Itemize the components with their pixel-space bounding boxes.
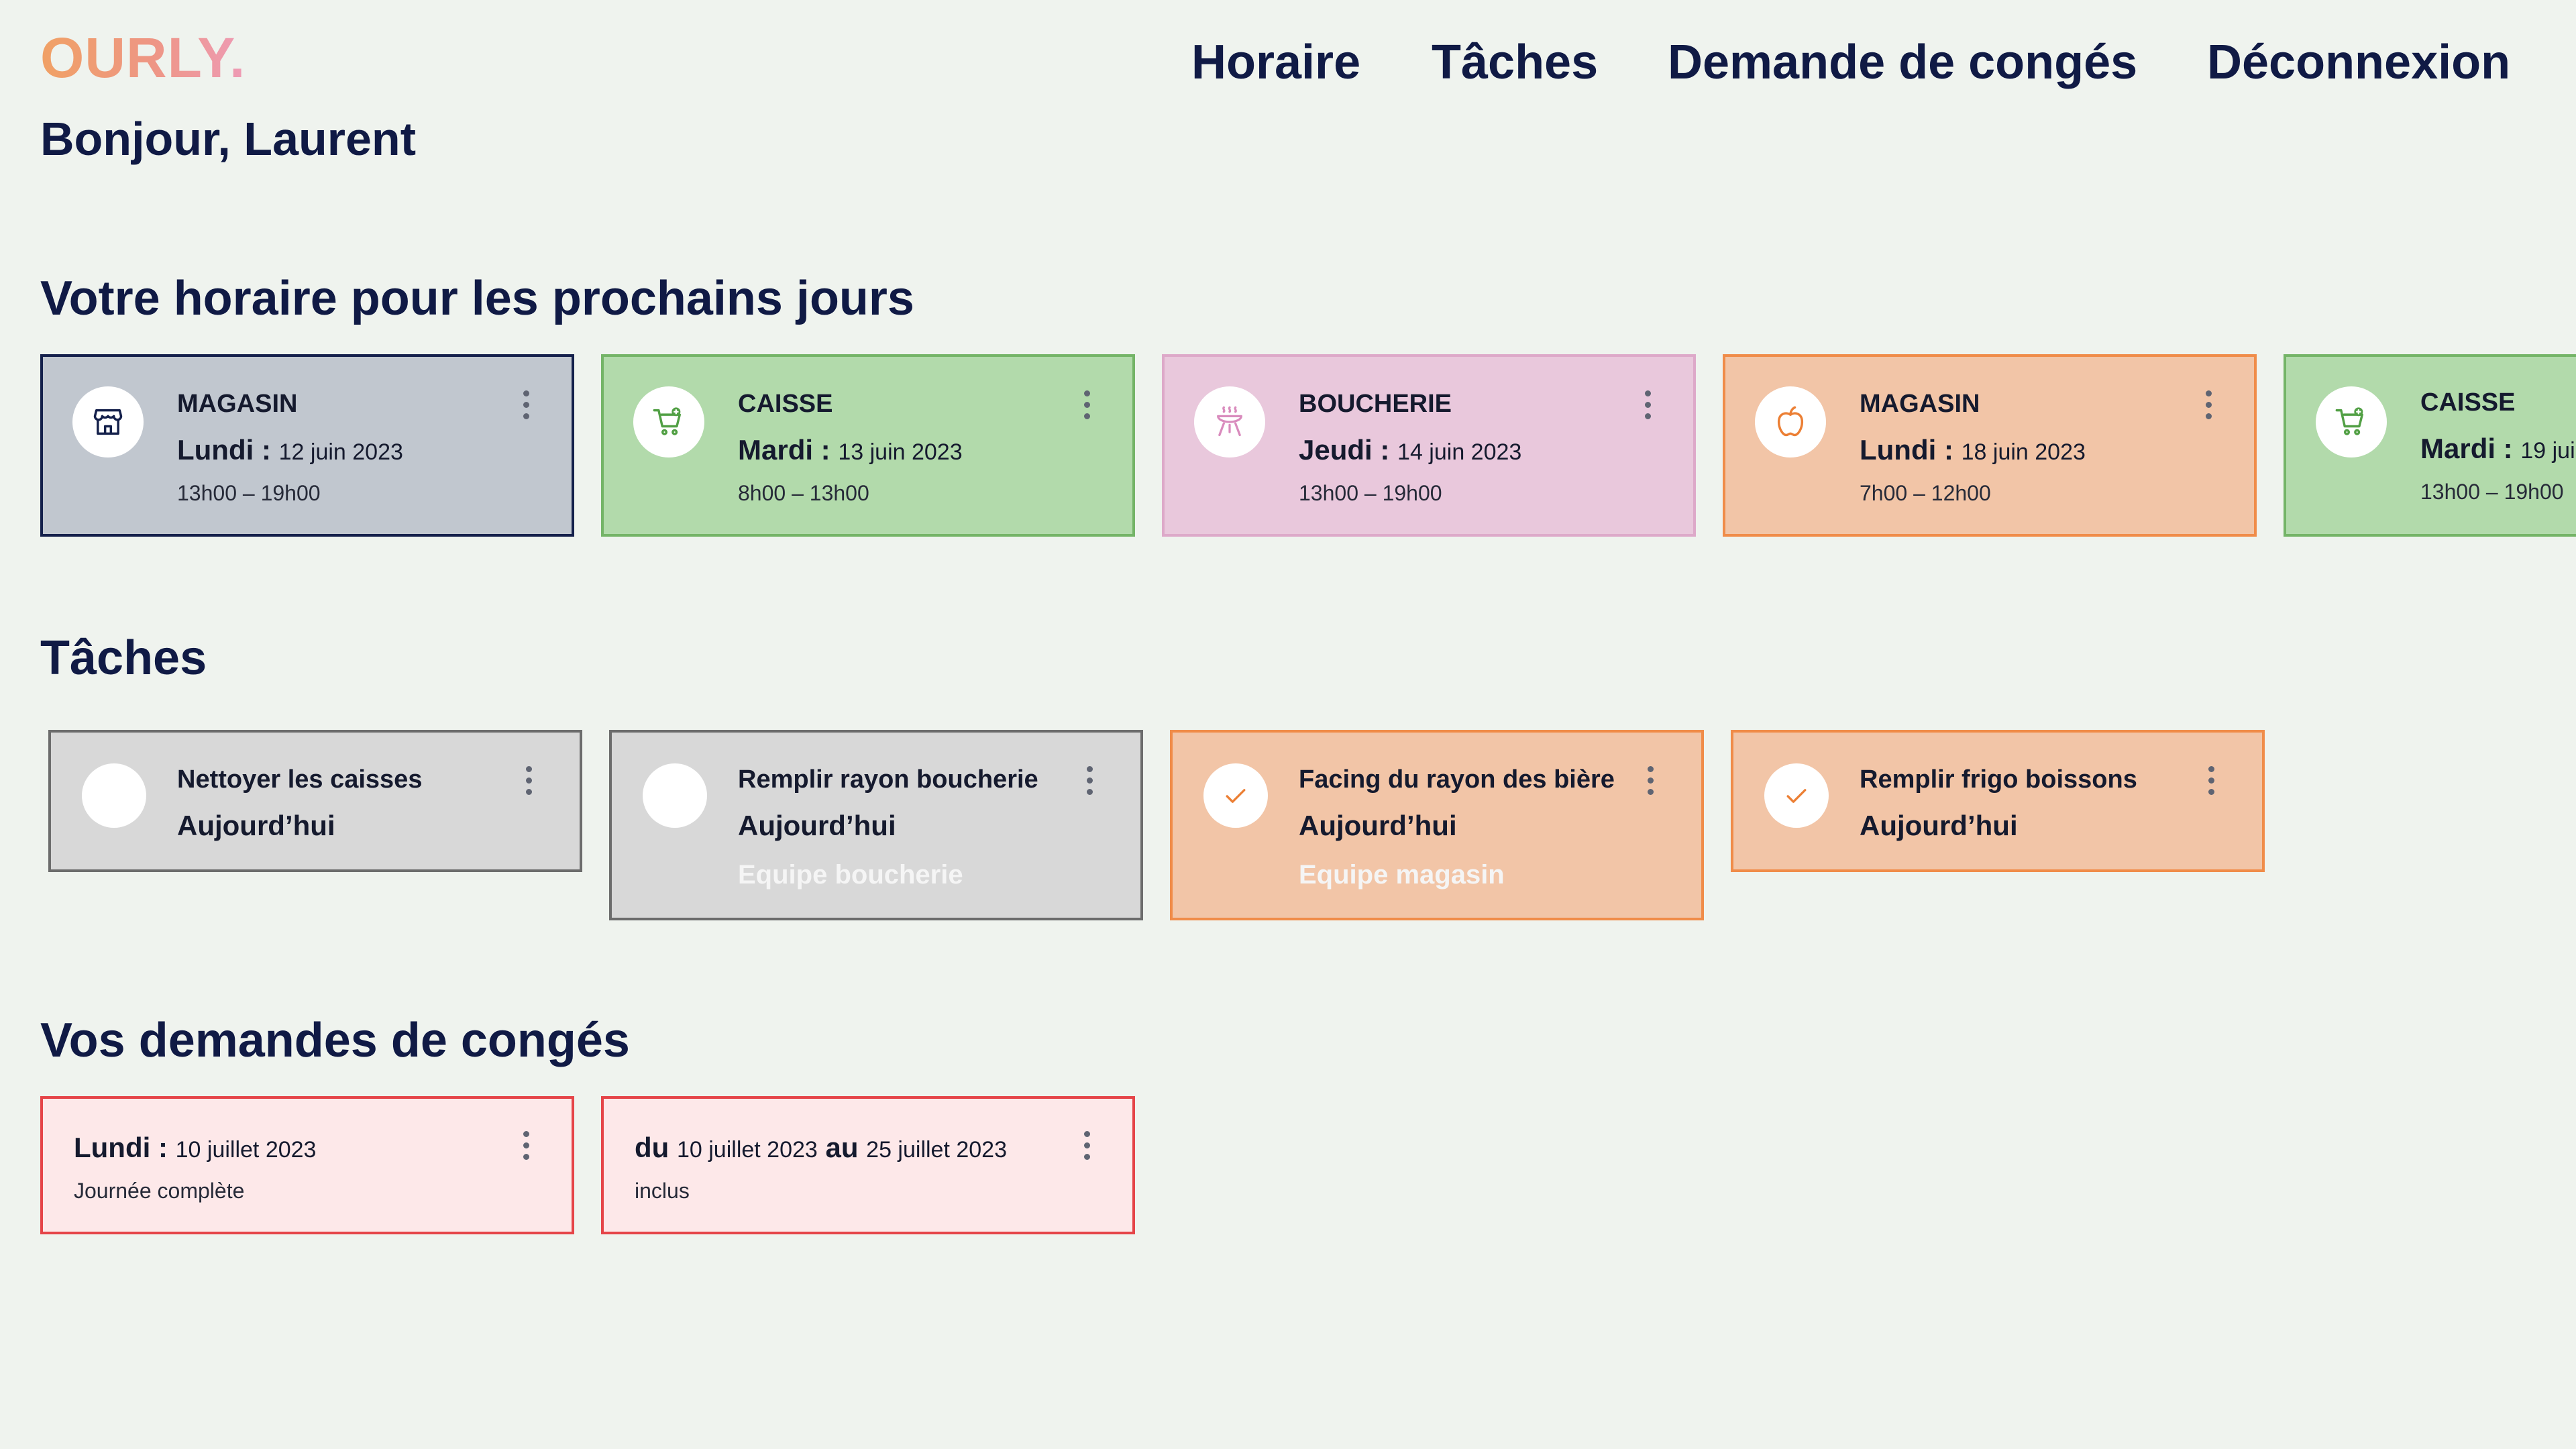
schedule-day: Jeudi : 14 juin 2023 <box>1299 433 1521 467</box>
task-checkbox[interactable] <box>643 763 707 828</box>
nav-demande-conges[interactable]: Demande de congés <box>1668 34 2137 91</box>
more-options-icon[interactable] <box>2203 766 2219 797</box>
schedule-day: Lundi : 12 juin 2023 <box>177 433 403 467</box>
more-options-icon[interactable] <box>1079 390 1095 421</box>
leave-dates: Lundi : 10 juillet 2023 <box>74 1131 316 1165</box>
task-due: Aujourd’hui <box>1860 810 2018 841</box>
schedule-card[interactable]: MAGASIN Lundi : 12 juin 2023 13h00 – 19h… <box>40 354 574 537</box>
schedule-day-label: Jeudi : <box>1299 434 1390 466</box>
more-options-icon[interactable] <box>518 1131 534 1162</box>
schedule-department: CAISSE <box>2420 388 2516 417</box>
leave-day-label: Lundi : <box>74 1132 168 1163</box>
leave-section-title: Vos demandes de congés <box>40 1014 630 1067</box>
task-card[interactable]: Nettoyer les caisses Aujourd’hui <box>48 730 582 872</box>
schedule-date: 18 juin 2023 <box>1961 439 2086 465</box>
schedule-department: BOUCHERIE <box>1299 390 1452 418</box>
leave-card[interactable]: Lundi : 10 juillet 2023 Journée complète <box>40 1096 574 1234</box>
schedule-card[interactable]: CAISSE Mardi : 19 juin 2023 13h00 – 19h0… <box>2284 354 2576 537</box>
more-options-icon[interactable] <box>1640 390 1656 421</box>
schedule-day-label: Mardi : <box>738 434 830 466</box>
leave-from-label: du <box>635 1132 669 1163</box>
schedule-day: Lundi : 18 juin 2023 <box>1860 433 2086 467</box>
schedule-card[interactable]: BOUCHERIE Jeudi : 14 juin 2023 13h00 – 1… <box>1162 354 1696 537</box>
task-due: Aujourd’hui <box>738 810 896 841</box>
task-checkbox[interactable] <box>82 763 146 828</box>
schedule-date: 14 juin 2023 <box>1397 439 1522 465</box>
task-team: Equipe magasin <box>1299 860 1505 890</box>
nav-taches[interactable]: Tâches <box>1432 34 1598 91</box>
schedule-day: Mardi : 13 juin 2023 <box>738 433 963 467</box>
leave-to-label: au <box>825 1132 859 1163</box>
logo[interactable]: OURLY. <box>40 30 246 86</box>
schedule-hours: 13h00 – 19h00 <box>177 481 321 505</box>
task-title: Remplir frigo boissons <box>1860 765 2137 794</box>
task-team: Equipe boucherie <box>738 860 963 890</box>
nav-deconnexion[interactable]: Déconnexion <box>2207 34 2510 91</box>
schedule-day-label: Mardi : <box>2420 433 2513 464</box>
task-card[interactable]: Remplir rayon boucherie Aujourd’hui Equi… <box>609 730 1143 920</box>
cart-icon <box>2316 386 2387 458</box>
more-options-icon[interactable] <box>518 390 534 421</box>
schedule-date: 12 juin 2023 <box>278 439 403 465</box>
check-icon[interactable] <box>1764 763 1829 828</box>
store-icon <box>72 386 144 458</box>
schedule-hours: 13h00 – 19h00 <box>2420 480 2564 504</box>
more-options-icon[interactable] <box>1642 766 1658 797</box>
leave-note: inclus <box>635 1179 690 1203</box>
leave-date: 10 juillet 2023 <box>175 1137 317 1163</box>
schedule-hours: 7h00 – 12h00 <box>1860 481 1991 505</box>
apple-icon <box>1755 386 1826 458</box>
schedule-day-label: Lundi : <box>177 434 271 466</box>
task-due: Aujourd’hui <box>177 810 335 841</box>
task-due: Aujourd’hui <box>1299 810 1457 841</box>
leave-dates: du 10 juillet 2023 au 25 juillet 2023 <box>635 1131 1007 1165</box>
check-icon[interactable] <box>1203 763 1268 828</box>
schedule-section-title: Votre horaire pour les prochains jours <box>40 272 914 325</box>
greeting: Bonjour, Laurent <box>40 113 416 165</box>
leave-end-date: 25 juillet 2023 <box>866 1137 1007 1163</box>
schedule-department: MAGASIN <box>1860 390 1980 418</box>
task-card[interactable]: Facing du rayon des bière Aujourd’hui Eq… <box>1170 730 1704 920</box>
schedule-day: Mardi : 19 juin 2023 <box>2420 432 2576 466</box>
more-options-icon[interactable] <box>1079 1131 1095 1162</box>
more-options-icon[interactable] <box>1081 766 1097 797</box>
schedule-date: 13 juin 2023 <box>838 439 963 465</box>
grill-icon <box>1194 386 1265 458</box>
task-title: Nettoyer les caisses <box>177 765 423 794</box>
task-title: Remplir rayon boucherie <box>738 765 1038 794</box>
more-options-icon[interactable] <box>521 766 537 797</box>
cart-icon <box>633 386 704 458</box>
task-title: Facing du rayon des bière <box>1299 765 1615 794</box>
schedule-day-label: Lundi : <box>1860 434 1953 466</box>
nav-horaire[interactable]: Horaire <box>1191 34 1360 91</box>
leave-note: Journée complète <box>74 1179 245 1203</box>
schedule-card[interactable]: CAISSE Mardi : 13 juin 2023 8h00 – 13h00 <box>601 354 1135 537</box>
schedule-department: MAGASIN <box>177 390 298 418</box>
schedule-hours: 8h00 – 13h00 <box>738 481 869 505</box>
tasks-section-title: Tâches <box>40 631 207 685</box>
leave-card[interactable]: du 10 juillet 2023 au 25 juillet 2023 in… <box>601 1096 1135 1234</box>
more-options-icon[interactable] <box>2200 390 2216 421</box>
schedule-department: CAISSE <box>738 390 833 418</box>
schedule-card[interactable]: MAGASIN Lundi : 18 juin 2023 7h00 – 12h0… <box>1723 354 2257 537</box>
leave-start-date: 10 juillet 2023 <box>676 1137 818 1163</box>
schedule-date: 19 juin 2023 <box>2520 438 2576 464</box>
schedule-hours: 13h00 – 19h00 <box>1299 481 1442 505</box>
task-card[interactable]: Remplir frigo boissons Aujourd’hui <box>1731 730 2265 872</box>
